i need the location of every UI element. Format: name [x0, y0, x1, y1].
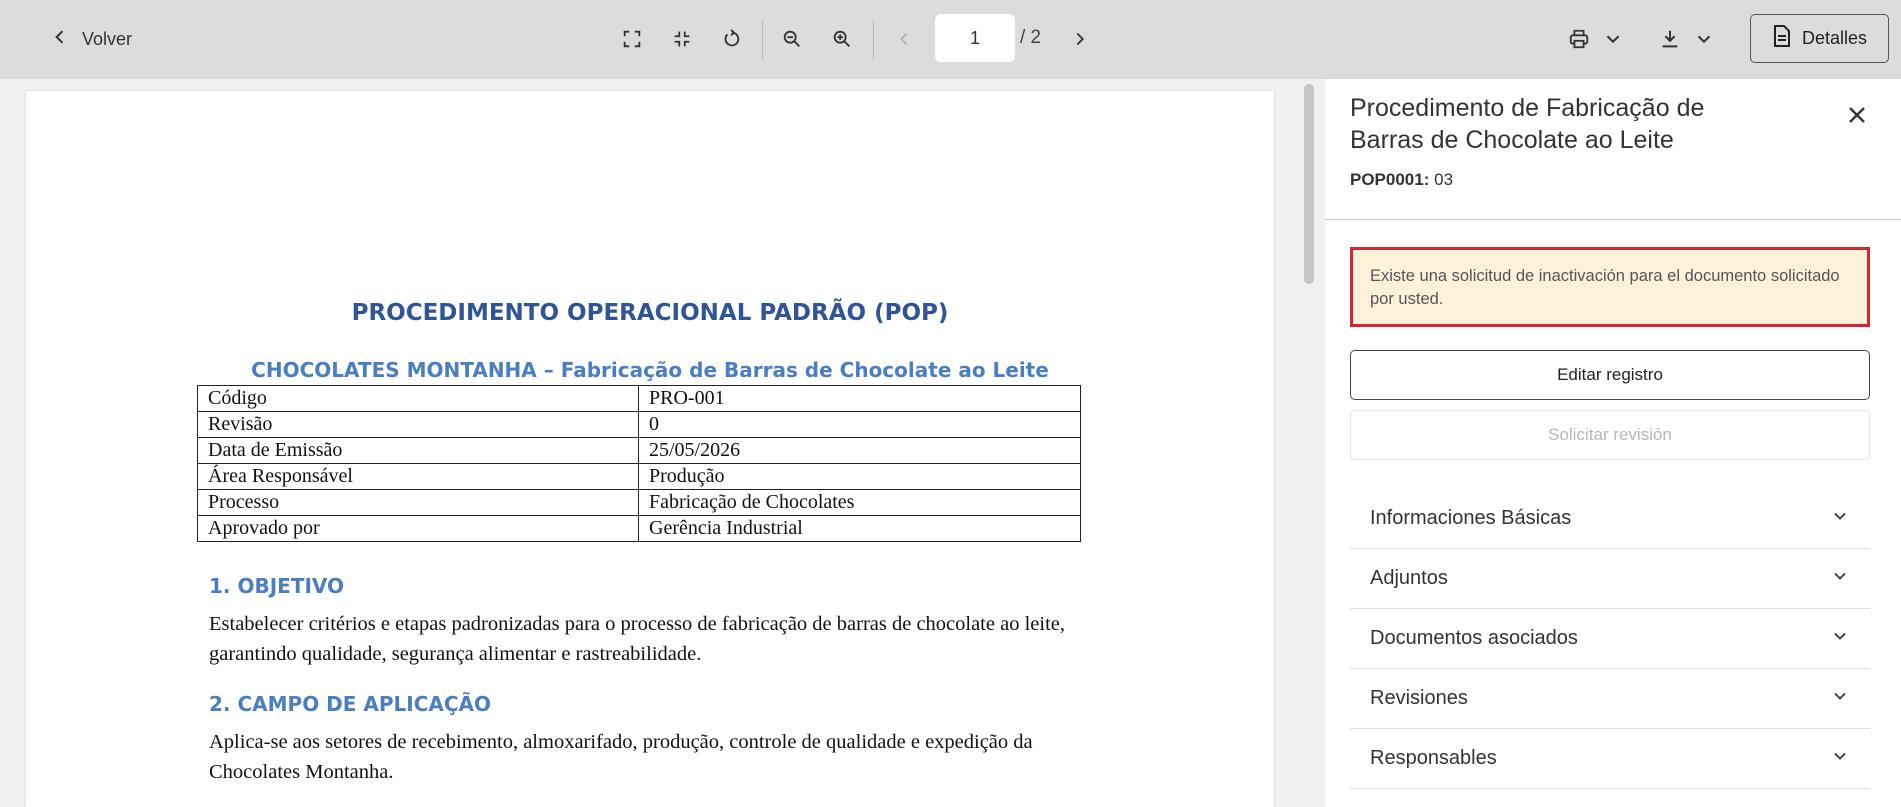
document-scrollbar[interactable]: [1304, 84, 1314, 284]
accordion-responsibles[interactable]: Responsables: [1350, 729, 1870, 789]
document-viewer[interactable]: PROCEDIMENTO OPERACIONAL PADRÃO (POP) CH…: [0, 79, 1298, 807]
zoom-out-icon[interactable]: [775, 22, 809, 56]
table-cell: Revisão: [197, 411, 639, 438]
table-cell: Código: [197, 385, 639, 412]
table-row: Área Responsável Produção: [197, 463, 1081, 490]
chevron-down-icon: [1830, 506, 1850, 532]
table-cell: Gerência Industrial: [638, 515, 1081, 542]
table-cell: PRO-001: [638, 385, 1081, 412]
chevron-down-icon: [1830, 566, 1850, 592]
section-heading: 2. CAMPO DE APLICAÇÃO: [209, 692, 492, 716]
table-cell: Aprovado por: [197, 515, 639, 542]
section-text: Estabelecer critérios e etapas padroniza…: [209, 613, 1065, 665]
details-panel: Procedimento de Fabricação de Barras de …: [1325, 79, 1901, 807]
edit-record-button[interactable]: Editar registro: [1350, 350, 1870, 400]
code-label: POP0001:: [1350, 170, 1430, 189]
table-row: Código PRO-001: [197, 385, 1081, 412]
accordion-revisions[interactable]: Revisiones: [1350, 669, 1870, 729]
accordion-label: Revisiones: [1370, 687, 1468, 709]
document-icon: [1772, 25, 1792, 52]
document-code: POP0001: 03: [1350, 170, 1453, 190]
section-text: Aplica-se aos setores de recebimento, al…: [209, 731, 1033, 783]
document-page: PROCEDIMENTO OPERACIONAL PADRÃO (POP) CH…: [26, 91, 1274, 807]
accordion-attachments[interactable]: Adjuntos: [1350, 549, 1870, 609]
viewer-toolbar: Volver / 2 Detalles: [0, 0, 1901, 79]
accordion-label: Informaciones Básicas: [1370, 507, 1572, 529]
document-subtitle: CHOCOLATES MONTANHA – Fabricação de Barr…: [251, 358, 1049, 382]
chevron-left-icon: [50, 27, 70, 52]
table-cell: Processo: [197, 489, 639, 516]
accordion-basic-info[interactable]: Informaciones Básicas: [1350, 489, 1870, 549]
accordion-label: Responsables: [1370, 747, 1497, 769]
close-icon[interactable]: [1845, 103, 1869, 127]
table-row: Processo Fabricação de Chocolates: [197, 489, 1081, 516]
back-label: Volver: [82, 28, 133, 49]
page-total: / 2: [1020, 27, 1042, 48]
panel-title: Procedimento de Fabricação de Barras de …: [1350, 94, 1705, 154]
chevron-down-icon: [1830, 686, 1850, 712]
zoom-in-icon[interactable]: [825, 22, 859, 56]
prev-page-icon[interactable]: [887, 22, 921, 56]
chevron-down-icon: [1830, 626, 1850, 652]
next-page-icon[interactable]: [1063, 22, 1097, 56]
accordion-associated-documents[interactable]: Documentos asociados: [1350, 609, 1870, 669]
table-row: Data de Emissão 25/05/2026: [197, 437, 1081, 464]
rotate-icon[interactable]: [715, 22, 749, 56]
request-review-button[interactable]: Solicitar revisión: [1350, 410, 1870, 460]
table-row: Aprovado por Gerência Industrial: [197, 515, 1081, 542]
accordion-label: Documentos asociados: [1370, 627, 1578, 649]
section-heading: 1. OBJETIVO: [209, 574, 345, 598]
table-cell: Fabricação de Chocolates: [638, 489, 1081, 516]
chevron-down-icon: [1830, 746, 1850, 772]
accordion-label: Adjuntos: [1370, 567, 1448, 589]
table-cell: Área Responsável: [197, 463, 639, 490]
code-value: 03: [1434, 170, 1454, 189]
document-title: PROCEDIMENTO OPERACIONAL PADRÃO (POP): [351, 300, 949, 326]
table-cell: Data de Emissão: [197, 437, 639, 464]
page-number-input[interactable]: [935, 14, 1015, 62]
fullscreen-icon[interactable]: [615, 22, 649, 56]
inactivation-alert: Existe una solicitud de inactivación par…: [1350, 247, 1870, 327]
download-icon[interactable]: [1653, 22, 1687, 56]
exit-fullscreen-icon[interactable]: [665, 22, 699, 56]
details-label: Detalles: [1801, 28, 1868, 48]
print-icon[interactable]: [1562, 22, 1596, 56]
table-cell: Produção: [638, 463, 1081, 490]
table-row: Revisão 0: [197, 411, 1081, 438]
download-dropdown-icon[interactable]: [1687, 22, 1721, 56]
table-cell: 0: [638, 411, 1081, 438]
back-button[interactable]: Volver: [50, 24, 132, 54]
table-cell: 25/05/2026: [638, 437, 1081, 464]
document-info-table: Código PRO-001 Revisão 0 Data de Emissão 25…: [197, 385, 1081, 542]
details-button[interactable]: Detalles: [1750, 14, 1889, 63]
divider: [1325, 219, 1901, 220]
print-dropdown-icon[interactable]: [1596, 22, 1630, 56]
